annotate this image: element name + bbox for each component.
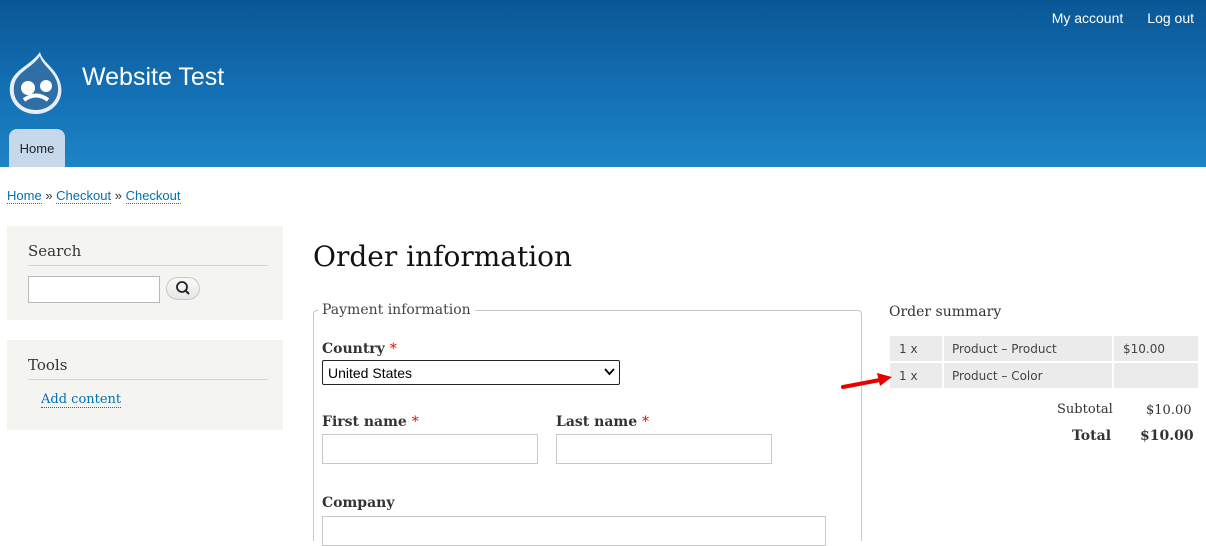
breadcrumb: Home » Checkout » Checkout <box>7 188 181 204</box>
last-name-label-text: Last name <box>556 414 638 430</box>
country-label-text: Country <box>322 341 385 357</box>
annotation-arrow-icon <box>841 373 892 389</box>
breadcrumb-home[interactable]: Home <box>7 188 42 204</box>
first-name-label-text: First name <box>322 414 407 430</box>
search-block: Search <box>7 226 283 320</box>
log-out-link[interactable]: Log out <box>1147 10 1194 26</box>
company-label: Company <box>322 495 395 511</box>
row-qty: 1 x <box>899 342 918 356</box>
cell-divider <box>1112 363 1114 388</box>
breadcrumb-separator: » <box>45 188 53 203</box>
required-marker: * <box>411 414 419 430</box>
last-name-field[interactable] <box>556 434 772 464</box>
order-summary-row: 1 x Product – Color <box>890 363 1198 388</box>
breadcrumb-separator: » <box>114 188 122 203</box>
row-item: Product – Product <box>952 342 1057 356</box>
first-name-field[interactable] <box>322 434 538 464</box>
subtotal-value: $10.00 <box>1146 403 1192 418</box>
first-name-label: First name * <box>322 414 419 430</box>
row-price: $10.00 <box>1123 342 1165 356</box>
total-label: Total <box>1072 428 1112 444</box>
row-item: Product – Color <box>952 369 1043 383</box>
tools-block-title: Tools <box>28 356 68 374</box>
last-name-label: Last name * <box>556 414 649 430</box>
search-icon <box>176 281 190 295</box>
tools-block: Tools Add content <box>7 340 283 430</box>
cell-divider <box>1112 336 1114 361</box>
divider <box>28 265 268 266</box>
company-field[interactable] <box>322 516 826 546</box>
add-content-link[interactable]: Add content <box>41 392 122 408</box>
drupal-logo-icon[interactable] <box>6 50 66 116</box>
cell-divider <box>942 363 944 388</box>
required-marker: * <box>389 341 397 357</box>
country-select[interactable]: United States <box>322 360 620 385</box>
required-marker: * <box>641 414 649 430</box>
my-account-link[interactable]: My account <box>1052 10 1124 26</box>
breadcrumb-checkout[interactable]: Checkout <box>56 188 112 204</box>
page-title: Order information <box>313 240 573 273</box>
divider <box>28 379 268 380</box>
country-select-value: United States <box>328 365 413 381</box>
search-input[interactable] <box>28 276 160 303</box>
subtotal-label: Subtotal <box>1057 402 1113 417</box>
order-summary-row: 1 x Product – Product $10.00 <box>890 336 1198 361</box>
total-value: $10.00 <box>1140 428 1194 444</box>
order-summary-title: Order summary <box>889 304 1002 320</box>
tab-home[interactable]: Home <box>9 129 65 167</box>
cell-divider <box>942 336 944 361</box>
payment-legend: Payment information <box>318 302 475 318</box>
chevron-down-icon <box>604 368 615 376</box>
breadcrumb-checkout-current[interactable]: Checkout <box>125 188 181 204</box>
search-block-title: Search <box>28 242 82 260</box>
row-qty: 1 x <box>899 369 918 383</box>
search-button[interactable] <box>166 277 200 300</box>
site-header: My account Log out Website Test Home <box>0 0 1206 167</box>
user-menu: My account Log out <box>1052 10 1194 26</box>
site-name[interactable]: Website Test <box>82 63 224 92</box>
country-label: Country * <box>322 341 397 357</box>
